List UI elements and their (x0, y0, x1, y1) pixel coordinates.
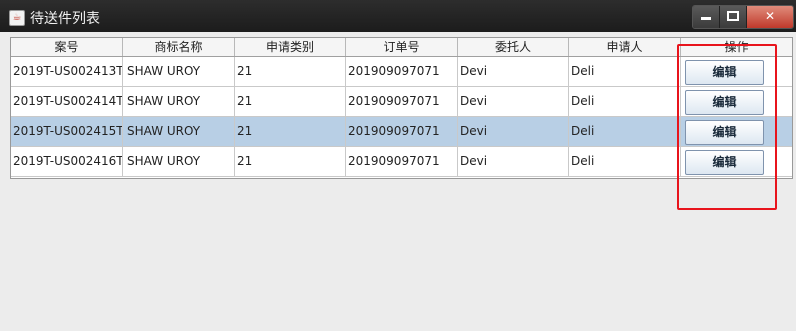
cell-client: Devi (458, 147, 569, 176)
cell-client: Devi (458, 117, 569, 146)
table-row[interactable]: 2019T-US002414T SHAW UROY 21 20190909707… (11, 87, 792, 117)
cell-class: 21 (235, 57, 346, 86)
cell-applicant: Deli (569, 147, 681, 176)
cell-trademark: SHAW UROY (123, 87, 235, 116)
table-row[interactable]: 2019T-US002413T SHAW UROY 21 20190909707… (11, 57, 792, 87)
maximize-button[interactable] (720, 6, 747, 28)
cell-class: 21 (235, 87, 346, 116)
pending-list-table: 案号 商标名称 申请类别 订单号 委托人 申请人 操作 2019T-US0024… (10, 37, 793, 179)
cell-applicant: Deli (569, 57, 681, 86)
cell-case-no: 2019T-US002413T (11, 57, 123, 86)
column-header-case-no[interactable]: 案号 (11, 38, 123, 56)
minimize-button[interactable] (693, 6, 720, 28)
column-header-applicant[interactable]: 申请人 (569, 38, 681, 56)
window-controls: ✕ (692, 5, 794, 29)
column-header-trademark[interactable]: 商标名称 (123, 38, 235, 56)
cell-order-no: 201909097071 (346, 117, 458, 146)
table-header: 案号 商标名称 申请类别 订单号 委托人 申请人 操作 (11, 38, 792, 57)
cell-trademark: SHAW UROY (123, 57, 235, 86)
cell-order-no: 201909097071 (346, 87, 458, 116)
app-window: ☕ 待送件列表 ✕ 案号 商标名称 申请类别 订单号 委托人 申请人 操作 20… (0, 0, 796, 331)
column-header-order-no[interactable]: 订单号 (346, 38, 458, 56)
maximize-icon (727, 11, 739, 21)
edit-button[interactable]: 编辑 (685, 90, 764, 115)
cell-case-no: 2019T-US002414T (11, 87, 123, 116)
close-icon: ✕ (764, 9, 776, 23)
close-button[interactable]: ✕ (747, 6, 793, 28)
edit-button[interactable]: 编辑 (685, 120, 764, 145)
cell-case-no: 2019T-US002415T (11, 117, 123, 146)
table-row[interactable]: 2019T-US002416T SHAW UROY 21 20190909707… (11, 147, 792, 177)
column-header-class[interactable]: 申请类别 (235, 38, 346, 56)
cell-applicant: Deli (569, 87, 681, 116)
cell-trademark: SHAW UROY (123, 117, 235, 146)
cell-class: 21 (235, 117, 346, 146)
cell-order-no: 201909097071 (346, 57, 458, 86)
cell-trademark: SHAW UROY (123, 147, 235, 176)
column-header-client[interactable]: 委托人 (458, 38, 569, 56)
cell-client: Devi (458, 57, 569, 86)
cell-case-no: 2019T-US002416T (11, 147, 123, 176)
cell-applicant: Deli (569, 117, 681, 146)
window-title: 待送件列表 (30, 11, 100, 27)
cell-client: Devi (458, 87, 569, 116)
table-row-selected[interactable]: 2019T-US002415T SHAW UROY 21 20190909707… (11, 117, 792, 147)
minimize-icon (701, 17, 711, 20)
cell-class: 21 (235, 147, 346, 176)
java-app-icon: ☕ (9, 10, 25, 26)
title-bar[interactable]: ☕ 待送件列表 ✕ (0, 0, 796, 32)
edit-button[interactable]: 编辑 (685, 150, 764, 175)
cell-order-no: 201909097071 (346, 147, 458, 176)
edit-button[interactable]: 编辑 (685, 60, 764, 85)
column-header-action[interactable]: 操作 (681, 38, 792, 56)
